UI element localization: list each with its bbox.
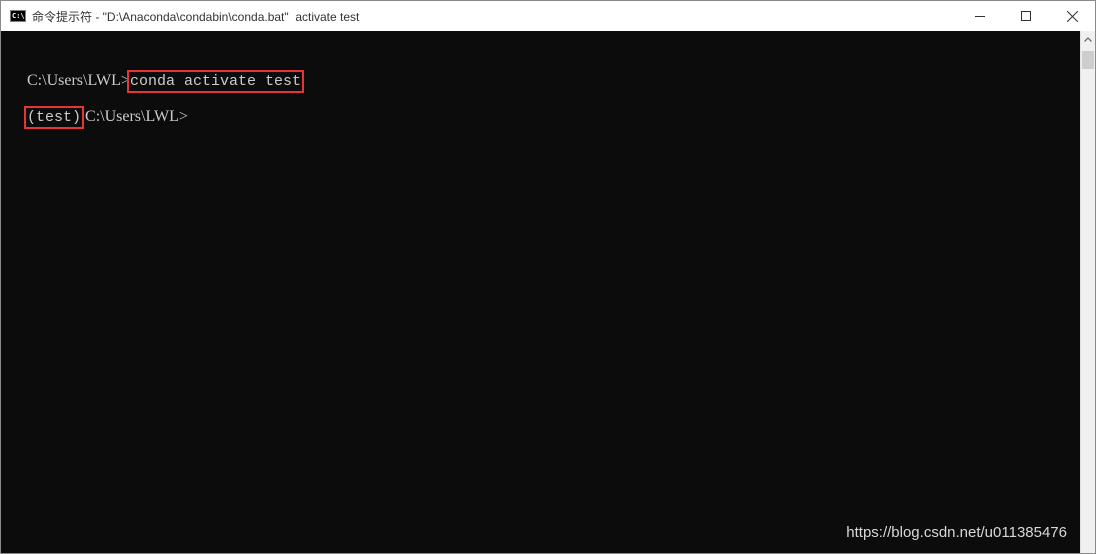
minimize-icon (975, 16, 985, 17)
minimize-button[interactable] (957, 1, 1003, 31)
vertical-scrollbar[interactable] (1080, 31, 1095, 553)
scroll-up-button[interactable] (1081, 31, 1095, 48)
title-bar[interactable]: 命令提示符 - "D:\Anaconda\condabin\conda.bat"… (1, 1, 1095, 31)
window-controls (957, 1, 1095, 31)
watermark: https://blog.csdn.net/u011385476 (846, 524, 1067, 541)
close-button[interactable] (1049, 1, 1095, 31)
close-icon (1066, 10, 1078, 22)
window-title: 命令提示符 - "D:\Anaconda\condabin\conda.bat"… (32, 9, 360, 24)
chevron-up-icon (1084, 37, 1092, 42)
maximize-icon (1021, 11, 1031, 21)
console-output[interactable]: C:\Users\LWL>conda activate test (test) … (1, 31, 1081, 553)
maximize-button[interactable] (1003, 1, 1049, 31)
prompt-text: C:\Users\LWL> (81, 108, 188, 125)
cmd-app-icon[interactable] (10, 10, 26, 22)
console-line-2: (test) C:\Users\LWL> (3, 84, 188, 151)
env-indicator-highlighted: (test) (23, 106, 85, 129)
scroll-thumb[interactable] (1082, 51, 1094, 69)
cmd-window: 命令提示符 - "D:\Anaconda\condabin\conda.bat"… (0, 0, 1096, 554)
